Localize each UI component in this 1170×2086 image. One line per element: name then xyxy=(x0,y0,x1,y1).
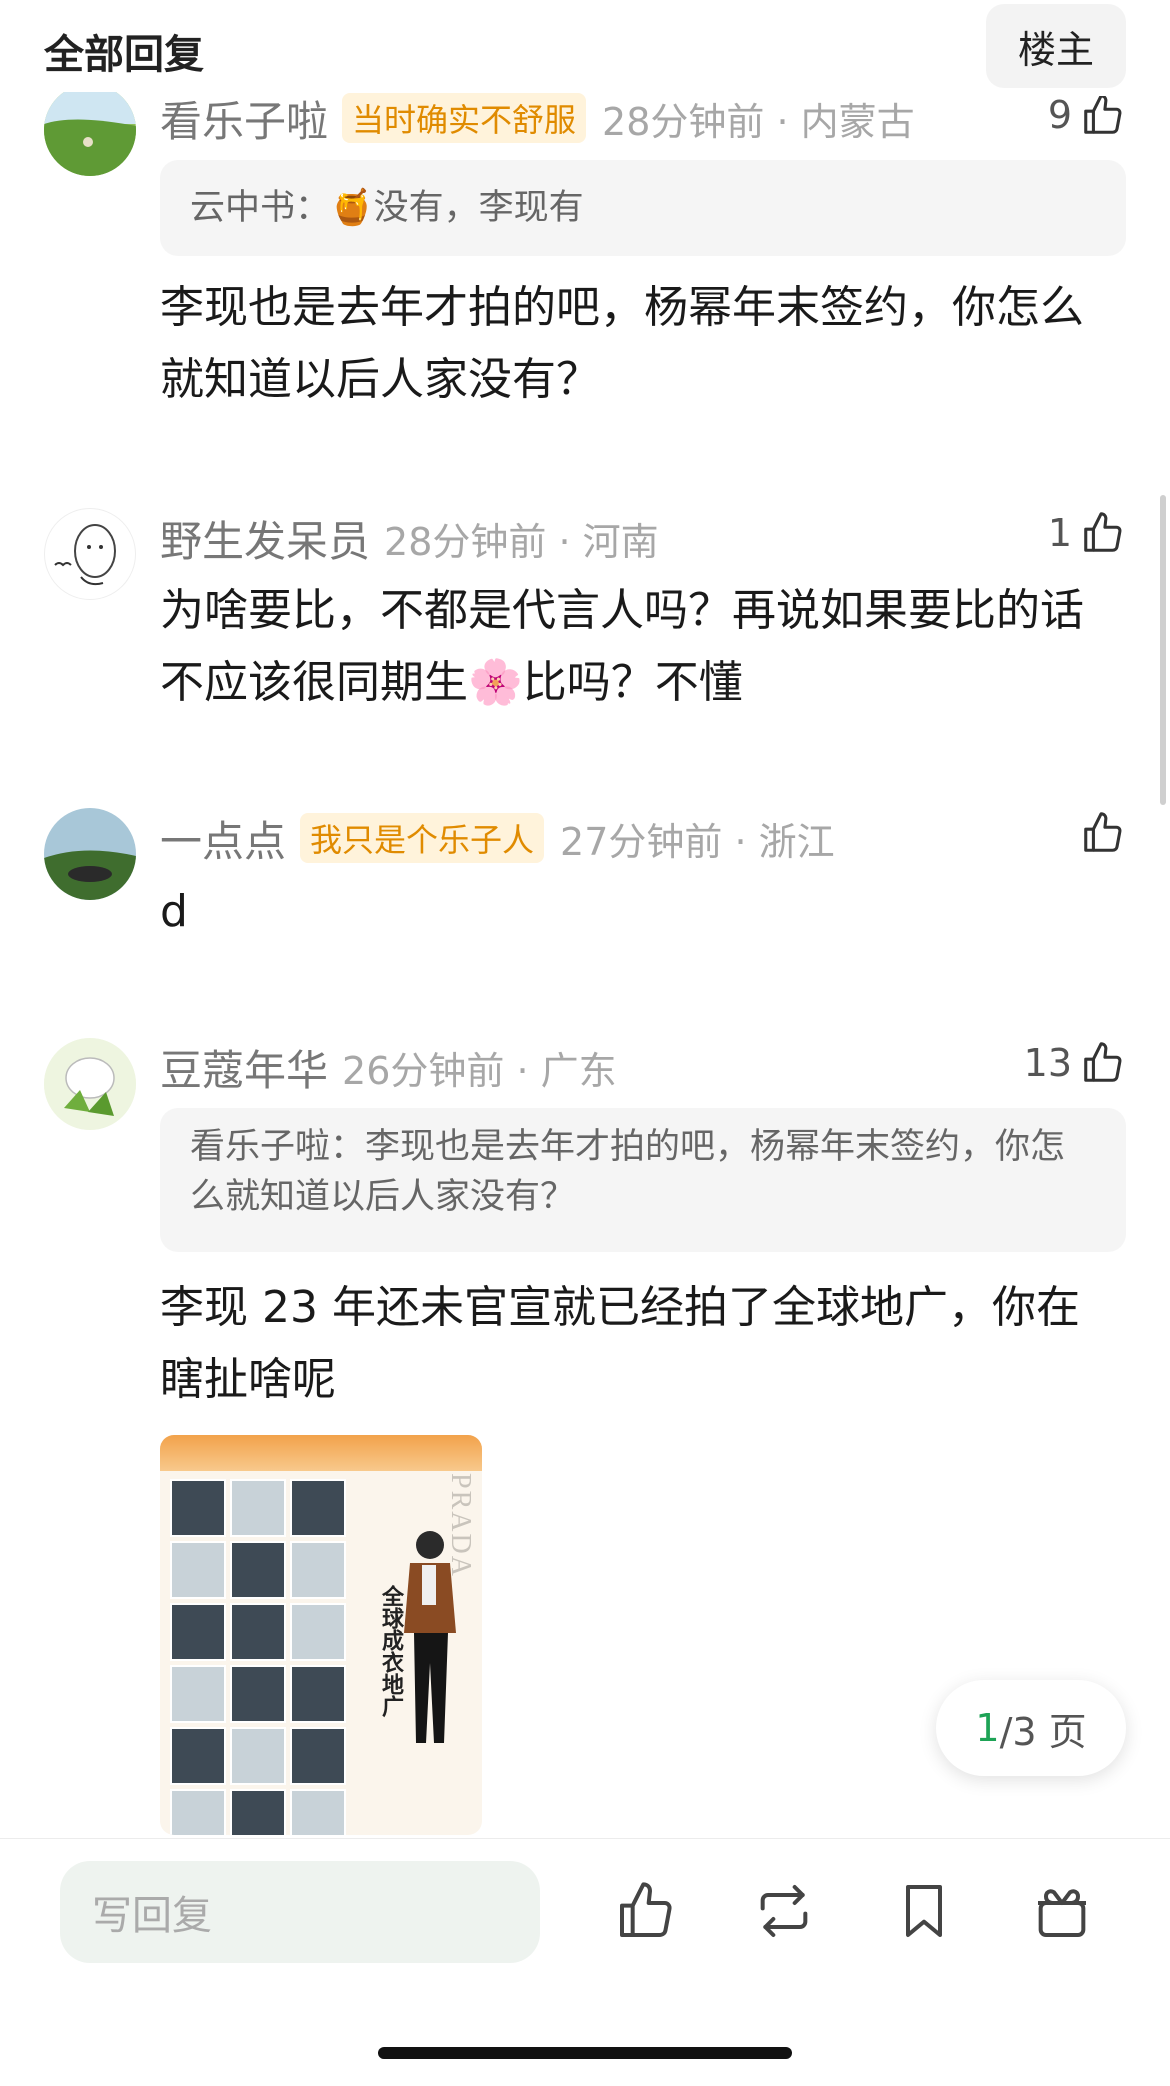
avatar[interactable] xyxy=(44,1038,136,1130)
thumbs-up-icon xyxy=(1084,512,1122,552)
user-tag: 我只是个乐子人 xyxy=(300,813,545,863)
comment-header: 野生发呆员 28分钟前 · 河南 xyxy=(160,508,659,568)
avatar[interactable] xyxy=(44,508,136,600)
quoted-reply[interactable]: 看乐子啦：李现也是去年才拍的吧，杨幂年末签约，你怎么就知道以后人家没有？ xyxy=(160,1108,1126,1252)
comment-text: 为啥要比，不都是代言人吗？再说如果要比的话不应该很同期生🌸比吗？不懂 xyxy=(160,585,1084,708)
attached-image[interactable]: PRADA 全球成衣地广 xyxy=(160,1435,482,1835)
comment-text: 李现也是去年才拍的吧，杨幂年末签约，你怎么就知道以后人家没有？ xyxy=(160,282,1084,405)
image-header-band xyxy=(160,1435,482,1471)
comment-header: 看乐子啦 当时确实不舒服 28分钟前 · 内蒙古 xyxy=(160,92,915,148)
like-button[interactable] xyxy=(1072,810,1126,856)
page-indicator[interactable]: 1 /3 页 xyxy=(936,1680,1126,1776)
username[interactable]: 一点点 xyxy=(160,808,286,869)
thumbs-up-icon xyxy=(1084,96,1122,134)
like-count: 1 xyxy=(1047,511,1072,555)
quote-text: 云中书：🍯没有，李现有 xyxy=(190,188,584,228)
avatar[interactable] xyxy=(44,84,136,176)
username[interactable]: 野生发呆员 xyxy=(160,508,370,569)
bottom-action-bar: 写回复 xyxy=(0,1838,1170,2086)
thumbs-up-icon[interactable] xyxy=(614,1879,678,1943)
comment-header: 一点点 我只是个乐子人 27分钟前 · 浙江 xyxy=(160,808,835,868)
comment-header: 豆蔻年华 26分钟前 · 广东 xyxy=(160,1037,617,1097)
like-count: 9 xyxy=(1047,93,1072,137)
user-tag: 当时确实不舒服 xyxy=(342,93,587,143)
current-page: 1 xyxy=(975,1706,1000,1750)
thumbs-up-icon xyxy=(1084,1042,1122,1082)
op-only-button[interactable]: 楼主 xyxy=(986,4,1126,88)
like-button[interactable]: 13 xyxy=(1024,1040,1126,1086)
avatar[interactable] xyxy=(44,808,136,900)
comment-meta: 27分钟前 · 浙江 xyxy=(560,819,835,864)
reply-input[interactable]: 写回复 xyxy=(60,1861,540,1963)
username[interactable]: 看乐子啦 xyxy=(160,92,328,148)
username[interactable]: 豆蔻年华 xyxy=(160,1037,328,1098)
bookmark-icon[interactable] xyxy=(892,1879,956,1943)
comment-text: 李现 23 年还未官宣就已经拍了全球地广，你在瞎扯啥呢 xyxy=(160,1282,1080,1405)
repost-icon[interactable] xyxy=(752,1879,816,1943)
gift-icon[interactable] xyxy=(1030,1879,1094,1943)
total-pages: /3 页 xyxy=(999,1709,1087,1754)
like-button[interactable]: 9 xyxy=(1047,93,1126,138)
page-title: 全部回复 xyxy=(44,32,204,78)
model-figure-icon xyxy=(404,1531,456,1743)
quote-text: 看乐子啦：李现也是去年才拍的吧，杨幂年末签约，你怎么就知道以后人家没有？ xyxy=(190,1127,1066,1217)
comment-meta: 28分钟前 · 河南 xyxy=(384,519,659,564)
reply-placeholder: 写回复 xyxy=(92,1893,212,1939)
scrollbar[interactable] xyxy=(1160,495,1166,805)
comment-meta: 28分钟前 · 内蒙古 xyxy=(602,99,915,144)
thumbs-up-icon xyxy=(1084,812,1122,852)
like-count: 13 xyxy=(1023,1041,1072,1085)
home-indicator xyxy=(378,2047,792,2059)
top-bar: 全部回复 楼主 xyxy=(0,0,1170,92)
comment-text: d xyxy=(160,886,188,937)
comment-meta: 26分钟前 · 广东 xyxy=(342,1048,617,1093)
like-button[interactable]: 1 xyxy=(1048,510,1126,556)
quoted-reply[interactable]: 云中书：🍯没有，李现有 xyxy=(160,160,1126,256)
